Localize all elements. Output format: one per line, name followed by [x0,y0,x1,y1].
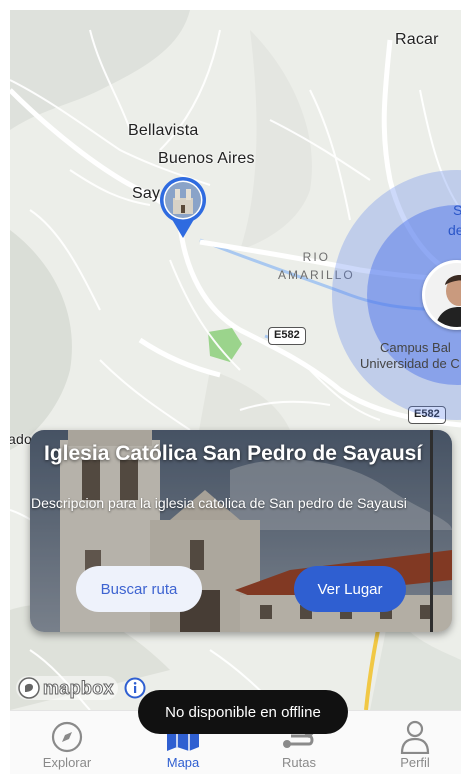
place-label-sayausi: Say [132,185,161,202]
user-photo [425,263,461,327]
map-pin-icon [160,177,206,238]
nav-label-mapa: Mapa [166,755,200,770]
find-route-button[interactable]: Buscar ruta [76,566,202,612]
mapbox-logo-icon [18,677,40,699]
place-label-buenos-aires: Buenos Aires [158,150,255,167]
nav-label-explorar: Explorar [42,755,92,770]
nav-label-rutas: Rutas [282,755,316,770]
highway-shield: E582 [268,327,306,345]
place-card[interactable]: Iglesia Católica San Pedro de Sayausí De… [30,430,452,632]
campus-label-line2: Universidad de C [360,356,460,371]
offline-toast: No disponible en offline [138,690,348,734]
campus-label-line1: Campus Bal [380,340,451,355]
nav-label-perfil: Perfil [400,755,430,770]
mapbox-wordmark: mapbox [43,677,115,698]
nav-item-perfil[interactable]: Perfil [370,719,460,770]
place-label-racar: Racar [395,31,439,48]
compass-icon [51,721,83,753]
church-location-pin[interactable] [160,176,206,240]
place-label-bellavista: Bellavista [128,122,199,139]
person-icon [400,720,430,754]
place-description: Descripcion para la iglesia catolica de … [31,495,407,511]
info-icon[interactable] [124,677,146,699]
view-place-button[interactable]: Ver Lugar [294,566,406,612]
place-label-cut: ado [10,431,32,447]
edge-label-fragment: de [448,222,461,238]
mapbox-attribution: mapbox [16,676,146,700]
place-label-campus: Campus Bal Universidad de C [360,340,461,372]
mapbox-logo[interactable]: mapbox [16,676,118,700]
app-frame: Racar Bellavista Buenos Aires Say RIO AM… [10,10,461,774]
place-title: Iglesia Católica San Pedro de Sayausí [44,442,423,465]
nav-item-explorar[interactable]: Explorar [22,719,112,770]
edge-label-fragment: S [453,202,461,218]
